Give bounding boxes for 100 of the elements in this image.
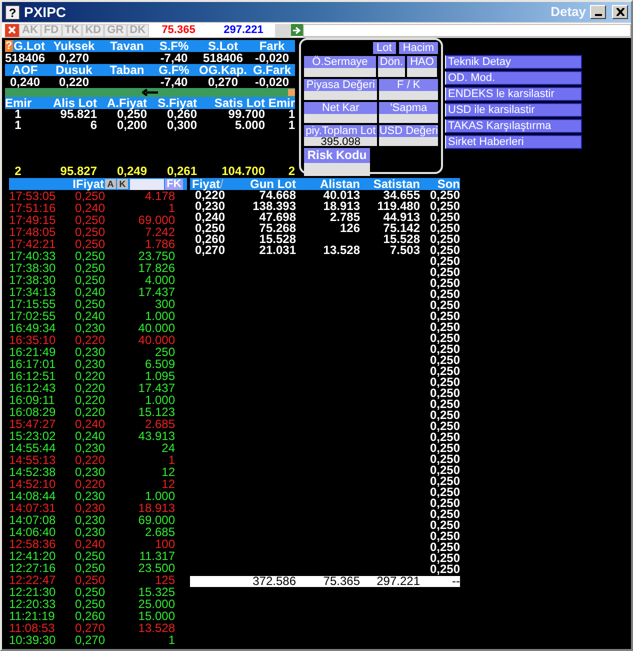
trade-price: 0,220 (74, 478, 105, 490)
field-label: Ö.Sermaye (304, 56, 376, 68)
table-cell-text: 40.013 (323, 190, 360, 201)
toolbar-button[interactable]: FD (40, 24, 62, 36)
fk-button[interactable]: FK (165, 178, 183, 190)
trade-lot: 23.750 (137, 250, 175, 262)
input-field[interactable] (130, 178, 164, 190)
input-field[interactable] (302, 24, 631, 36)
table-cell-text: 0,230 (194, 201, 226, 212)
total-cell-text: 2 (287, 166, 295, 177)
trade-time: 17:42:21 (9, 238, 57, 250)
trade-lot: 7.242 (144, 226, 175, 238)
trade-lot: 1 (167, 202, 175, 214)
toolbar-button[interactable]: GR (104, 24, 127, 36)
trade-time: 11:21:19 (9, 610, 56, 622)
help-icon[interactable]: ? (5, 40, 13, 52)
table-cell-text: 0,250 (428, 410, 460, 421)
trade-lot: 43.913 (137, 430, 175, 442)
field-label: Dön. (378, 56, 405, 68)
table-cell-text: 0,250 (428, 344, 460, 355)
trade-lot: 1.095 (144, 370, 175, 382)
trade-price: 0,230 (74, 466, 105, 478)
trade-price: 0,230 (74, 514, 105, 526)
table-cell-text: 75.142 (382, 223, 420, 234)
menu-button[interactable]: TAKAS Karşılaştırma (445, 119, 582, 133)
table-cell-text: 0,250 (428, 553, 460, 564)
column-header: G.F% (158, 64, 190, 76)
trade-price: 0,250 (74, 226, 105, 238)
table-cell-text: 13.528 (322, 245, 360, 256)
trade-time: 17:51:16 (9, 202, 57, 214)
trade-price: 0,270 (74, 634, 105, 646)
table-cell-text: 1 (287, 109, 295, 120)
trade-lot: 15.325 (137, 586, 175, 598)
table-cell-text: 119.480 (376, 201, 420, 212)
table-cell-text: 1 (14, 120, 22, 131)
column-header[interactable]: Fiyat/ (190, 178, 230, 190)
close-button[interactable] (612, 5, 628, 19)
column-header: Son (437, 178, 460, 190)
column-header: G.Fark (252, 64, 292, 76)
trade-time: 14:55:13 (9, 454, 57, 466)
window-caption: Detay (550, 3, 586, 21)
column-header: IFiyat (72, 178, 104, 190)
trade-time: 14:08:44 (9, 490, 57, 502)
trade-time: 10:39:30 (9, 634, 57, 646)
table-cell-text: 95.821 (60, 109, 97, 120)
menu-button[interactable]: Teknik Detay (445, 55, 582, 69)
total-cell-text: 104.700 (220, 166, 265, 177)
trade-price: 0,250 (74, 586, 105, 598)
column-header: Alis Lot (52, 97, 97, 109)
table-cell-text: 0,250 (428, 531, 460, 542)
filter-button[interactable]: A (105, 179, 116, 189)
trade-lot: 12 (160, 466, 175, 478)
trade-price: 0,230 (74, 526, 105, 538)
field-label: 'Sapma (379, 102, 438, 114)
trade-price: 0,250 (74, 562, 105, 574)
panel-button[interactable]: Hacim (398, 42, 438, 54)
column-header: Gun Lot (249, 178, 296, 190)
column-header: S.Lot (207, 40, 239, 52)
trade-time: 17:49:15 (9, 214, 57, 226)
go-button[interactable] (290, 24, 303, 36)
table-cell-text: 0,300 (166, 120, 197, 131)
column-header: Tavan (109, 40, 145, 52)
table-cell-text: 0,250 (428, 377, 460, 388)
trade-time: 12:20:33 (9, 598, 57, 610)
trade-time: 16:12:43 (9, 382, 57, 394)
panel-button[interactable]: Lot (372, 42, 396, 54)
trade-lot: 15.000 (137, 610, 175, 622)
menu-button[interactable]: ENDEKS le karsilastir (445, 87, 582, 101)
trade-time: 12:22:47 (9, 574, 57, 586)
trade-time: 14:55:44 (9, 442, 57, 454)
trade-time: 17:38:30 (9, 274, 57, 286)
menu-button[interactable]: Sirket Haberleri (445, 135, 582, 149)
trade-lot: 12 (160, 478, 175, 490)
trade-price: 0,260 (74, 610, 105, 622)
value-box (407, 68, 437, 77)
close-icon (8, 26, 16, 34)
column-header: OG.Kap. (198, 64, 248, 76)
total-cell-text: 297.221 (376, 576, 420, 587)
table-cell-text: 0,260 (166, 109, 197, 120)
table-cell-text: 0,260 (194, 234, 226, 245)
trade-lot: 69.000 (137, 514, 175, 526)
minimize-button[interactable] (590, 5, 606, 19)
toolbar-button[interactable]: DK (126, 24, 149, 36)
toolbar-button[interactable]: KD (82, 24, 104, 36)
total-cell-text: 75.365 (322, 576, 360, 587)
column-header: S.F% (158, 40, 190, 52)
table-cell-text: 0,270 (194, 245, 226, 256)
menu-button[interactable]: USD ile karsilastir (445, 103, 582, 117)
menu-button[interactable]: OD. Mod. (445, 71, 582, 85)
toolbar-button[interactable]: AK (19, 24, 41, 36)
close-icon (616, 8, 624, 16)
toolbar-button[interactable]: TK (62, 24, 82, 36)
table-cell-text: 99.700 (228, 109, 265, 120)
value-cell-text: 518406 (202, 52, 244, 64)
table-cell-text: 0,250 (428, 223, 460, 234)
filter-button[interactable]: K (117, 179, 128, 189)
column-header: Emir (267, 97, 295, 109)
close-tab-button[interactable] (5, 24, 19, 36)
trade-lot: 40.000 (137, 322, 175, 334)
table-cell-text: 7.503 (390, 245, 420, 256)
